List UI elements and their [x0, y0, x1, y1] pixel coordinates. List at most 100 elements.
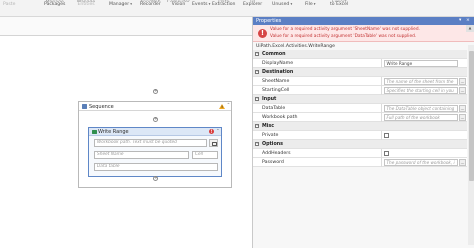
- ribbon-button[interactable]: Unused ▾: [272, 0, 292, 7]
- data-table-input[interactable]: Data table: [94, 163, 218, 171]
- workbook-path-input[interactable]: Workbook path. Text must be quoted: [94, 139, 207, 147]
- warning-icon-mark: !: [221, 104, 223, 109]
- collapse-toggle-icon[interactable]: −: [255, 97, 259, 102]
- ribbon-button-label: to Excel: [330, 2, 349, 7]
- category-label: Common: [262, 51, 286, 57]
- expression-editor-button[interactable]: …: [459, 78, 466, 85]
- ribbon-button[interactable]: DataExtraction: [212, 0, 235, 7]
- add-activity-button[interactable]: +: [153, 117, 158, 122]
- collapse-toggle-icon[interactable]: −: [255, 70, 259, 75]
- dropdown-arrow-icon: ▾: [312, 2, 316, 6]
- add-activity-bottom-button[interactable]: +: [153, 176, 158, 181]
- sequence-icon: [82, 104, 87, 109]
- category-label: Destination: [262, 69, 294, 75]
- ribbon-button[interactable]: ManageEntities: [77, 0, 95, 7]
- sequence-collapse-icon[interactable]: ⌃: [227, 103, 231, 108]
- category-label: Options: [262, 141, 284, 147]
- validation-error-box: ! Value for a required activity argument…: [253, 25, 474, 42]
- property-label: DisplayName: [262, 61, 294, 66]
- property-row: SheetName The name of the sheet from the…: [253, 77, 467, 86]
- ribbon-button-label: Recorder: [140, 2, 161, 7]
- pin-dropdown-icon[interactable]: ▾: [459, 18, 461, 23]
- property-row: DataTable The DataTable object containing…: [253, 104, 467, 113]
- dropdown-arrow-icon: ▾: [289, 2, 293, 6]
- property-row: Password The password of the workbook, i…: [253, 158, 467, 167]
- folder-icon: [212, 142, 217, 146]
- property-row: AddHeaders: [253, 149, 467, 158]
- property-label: AddHeaders: [262, 151, 291, 156]
- property-value-input[interactable]: The name of the sheet from the: [384, 78, 458, 85]
- sequence-header: Sequence ! ⌃: [79, 102, 231, 111]
- property-label: Private: [262, 133, 279, 138]
- property-value-input[interactable]: The password of the workbook, i: [384, 159, 458, 166]
- cell-input[interactable]: Cell: [192, 151, 218, 159]
- properties-scrollbar[interactable]: [468, 45, 474, 245]
- property-category[interactable]: − Common: [253, 50, 467, 59]
- sequence-container[interactable]: Sequence ! ⌃ + Write Range ! ⌃ Workbook …: [78, 101, 232, 188]
- expression-editor-button[interactable]: …: [459, 87, 466, 94]
- dropdown-arrow-icon: ▾: [129, 2, 133, 6]
- close-icon[interactable]: ×: [466, 18, 470, 23]
- ribbon-button[interactable]: ComputerVision: [167, 0, 190, 7]
- ribbon-button-label: Packages: [44, 2, 66, 7]
- ribbon-button-label: Vision: [171, 2, 186, 7]
- property-category[interactable]: − Destination: [253, 68, 467, 77]
- ribbon-button[interactable]: Events ▾: [192, 0, 210, 7]
- expression-editor-button[interactable]: …: [459, 105, 466, 112]
- scrollbar-thumb[interactable]: [468, 51, 474, 181]
- property-label: StartingCell: [262, 88, 290, 93]
- activity-collapse-icon[interactable]: ⌃: [216, 129, 220, 134]
- activity-type-name: UiPath.Excel.Activities.WriteRange: [256, 44, 335, 49]
- property-label: Workbook path: [262, 115, 298, 120]
- property-row: DisplayName Write Range: [253, 59, 467, 68]
- property-category[interactable]: − Misc: [253, 122, 467, 131]
- property-value-input[interactable]: Write Range: [384, 60, 458, 67]
- property-category[interactable]: − Input: [253, 95, 467, 104]
- collapse-toggle-icon[interactable]: −: [255, 52, 259, 57]
- expression-editor-button[interactable]: …: [459, 114, 466, 121]
- expression-editor-button[interactable]: …: [459, 159, 466, 166]
- property-label: Password: [262, 160, 284, 165]
- property-value-input[interactable]: Specifies the starting cell in you: [384, 87, 458, 94]
- ribbon-button[interactable]: Manager ▾: [109, 0, 132, 7]
- sequence-title: Sequence: [89, 103, 114, 110]
- property-label: SheetName: [262, 79, 290, 84]
- browse-folder-button[interactable]: [209, 139, 218, 147]
- ribbon-button[interactable]: App/WebRecorder: [140, 0, 161, 7]
- category-label: Input: [262, 96, 277, 102]
- collapse-toggle-icon[interactable]: −: [255, 142, 259, 147]
- ribbon-button-label: Events: [192, 2, 208, 7]
- ribbon-button-label: Explorer: [243, 2, 263, 7]
- ribbon-button-label: Paste: [3, 2, 16, 7]
- error-message: Value for a required activity argument '…: [270, 27, 420, 33]
- error-message: Value for a required activity argument '…: [270, 33, 417, 39]
- scroll-up-arrow[interactable]: ▲: [466, 25, 474, 32]
- error-icon[interactable]: !: [209, 129, 214, 135]
- property-row: Workbook path Full path of the workbook…: [253, 113, 467, 122]
- designer-breadcrumb-bar: [0, 17, 252, 36]
- error-icon: !: [258, 28, 267, 38]
- write-range-title: Write Range: [98, 129, 129, 136]
- property-category[interactable]: − Options: [253, 140, 467, 149]
- ribbon-toolbar: Paste ManagePackages ManageEntities Manage…: [0, 0, 474, 17]
- write-range-activity[interactable]: Write Range ! ⌃ Workbook path. Text must…: [88, 127, 222, 177]
- property-checkbox[interactable]: [384, 133, 389, 138]
- write-range-header: Write Range ! ⌃: [89, 128, 221, 136]
- sheet-name-input[interactable]: Sheet Name: [94, 151, 189, 159]
- ribbon-button-label: Unused: [272, 2, 290, 7]
- collapse-toggle-icon[interactable]: −: [255, 124, 259, 129]
- ribbon-button-label: File: [305, 2, 313, 7]
- ribbon-button[interactable]: Exportto Excel: [330, 0, 348, 7]
- property-value-input[interactable]: Full path of the workbook: [384, 114, 458, 121]
- ribbon-button[interactable]: ManagePackages: [44, 0, 65, 7]
- ribbon-button[interactable]: UIExplorer: [243, 0, 262, 7]
- properties-titlebar: Properties ▾ ×: [253, 17, 474, 25]
- add-activity-top-button[interactable]: +: [153, 89, 158, 94]
- ribbon-button[interactable]: Paste: [3, 0, 15, 7]
- properties-title: Properties: [256, 18, 282, 25]
- properties-panel: Properties ▾ × ! Value for a required ac…: [252, 17, 474, 248]
- property-value-input[interactable]: The DataTable object containing: [384, 105, 458, 112]
- property-checkbox[interactable]: [384, 151, 389, 156]
- ribbon-button[interactable]: File ▾: [305, 0, 316, 7]
- ribbon-button-label: Manager: [109, 2, 130, 7]
